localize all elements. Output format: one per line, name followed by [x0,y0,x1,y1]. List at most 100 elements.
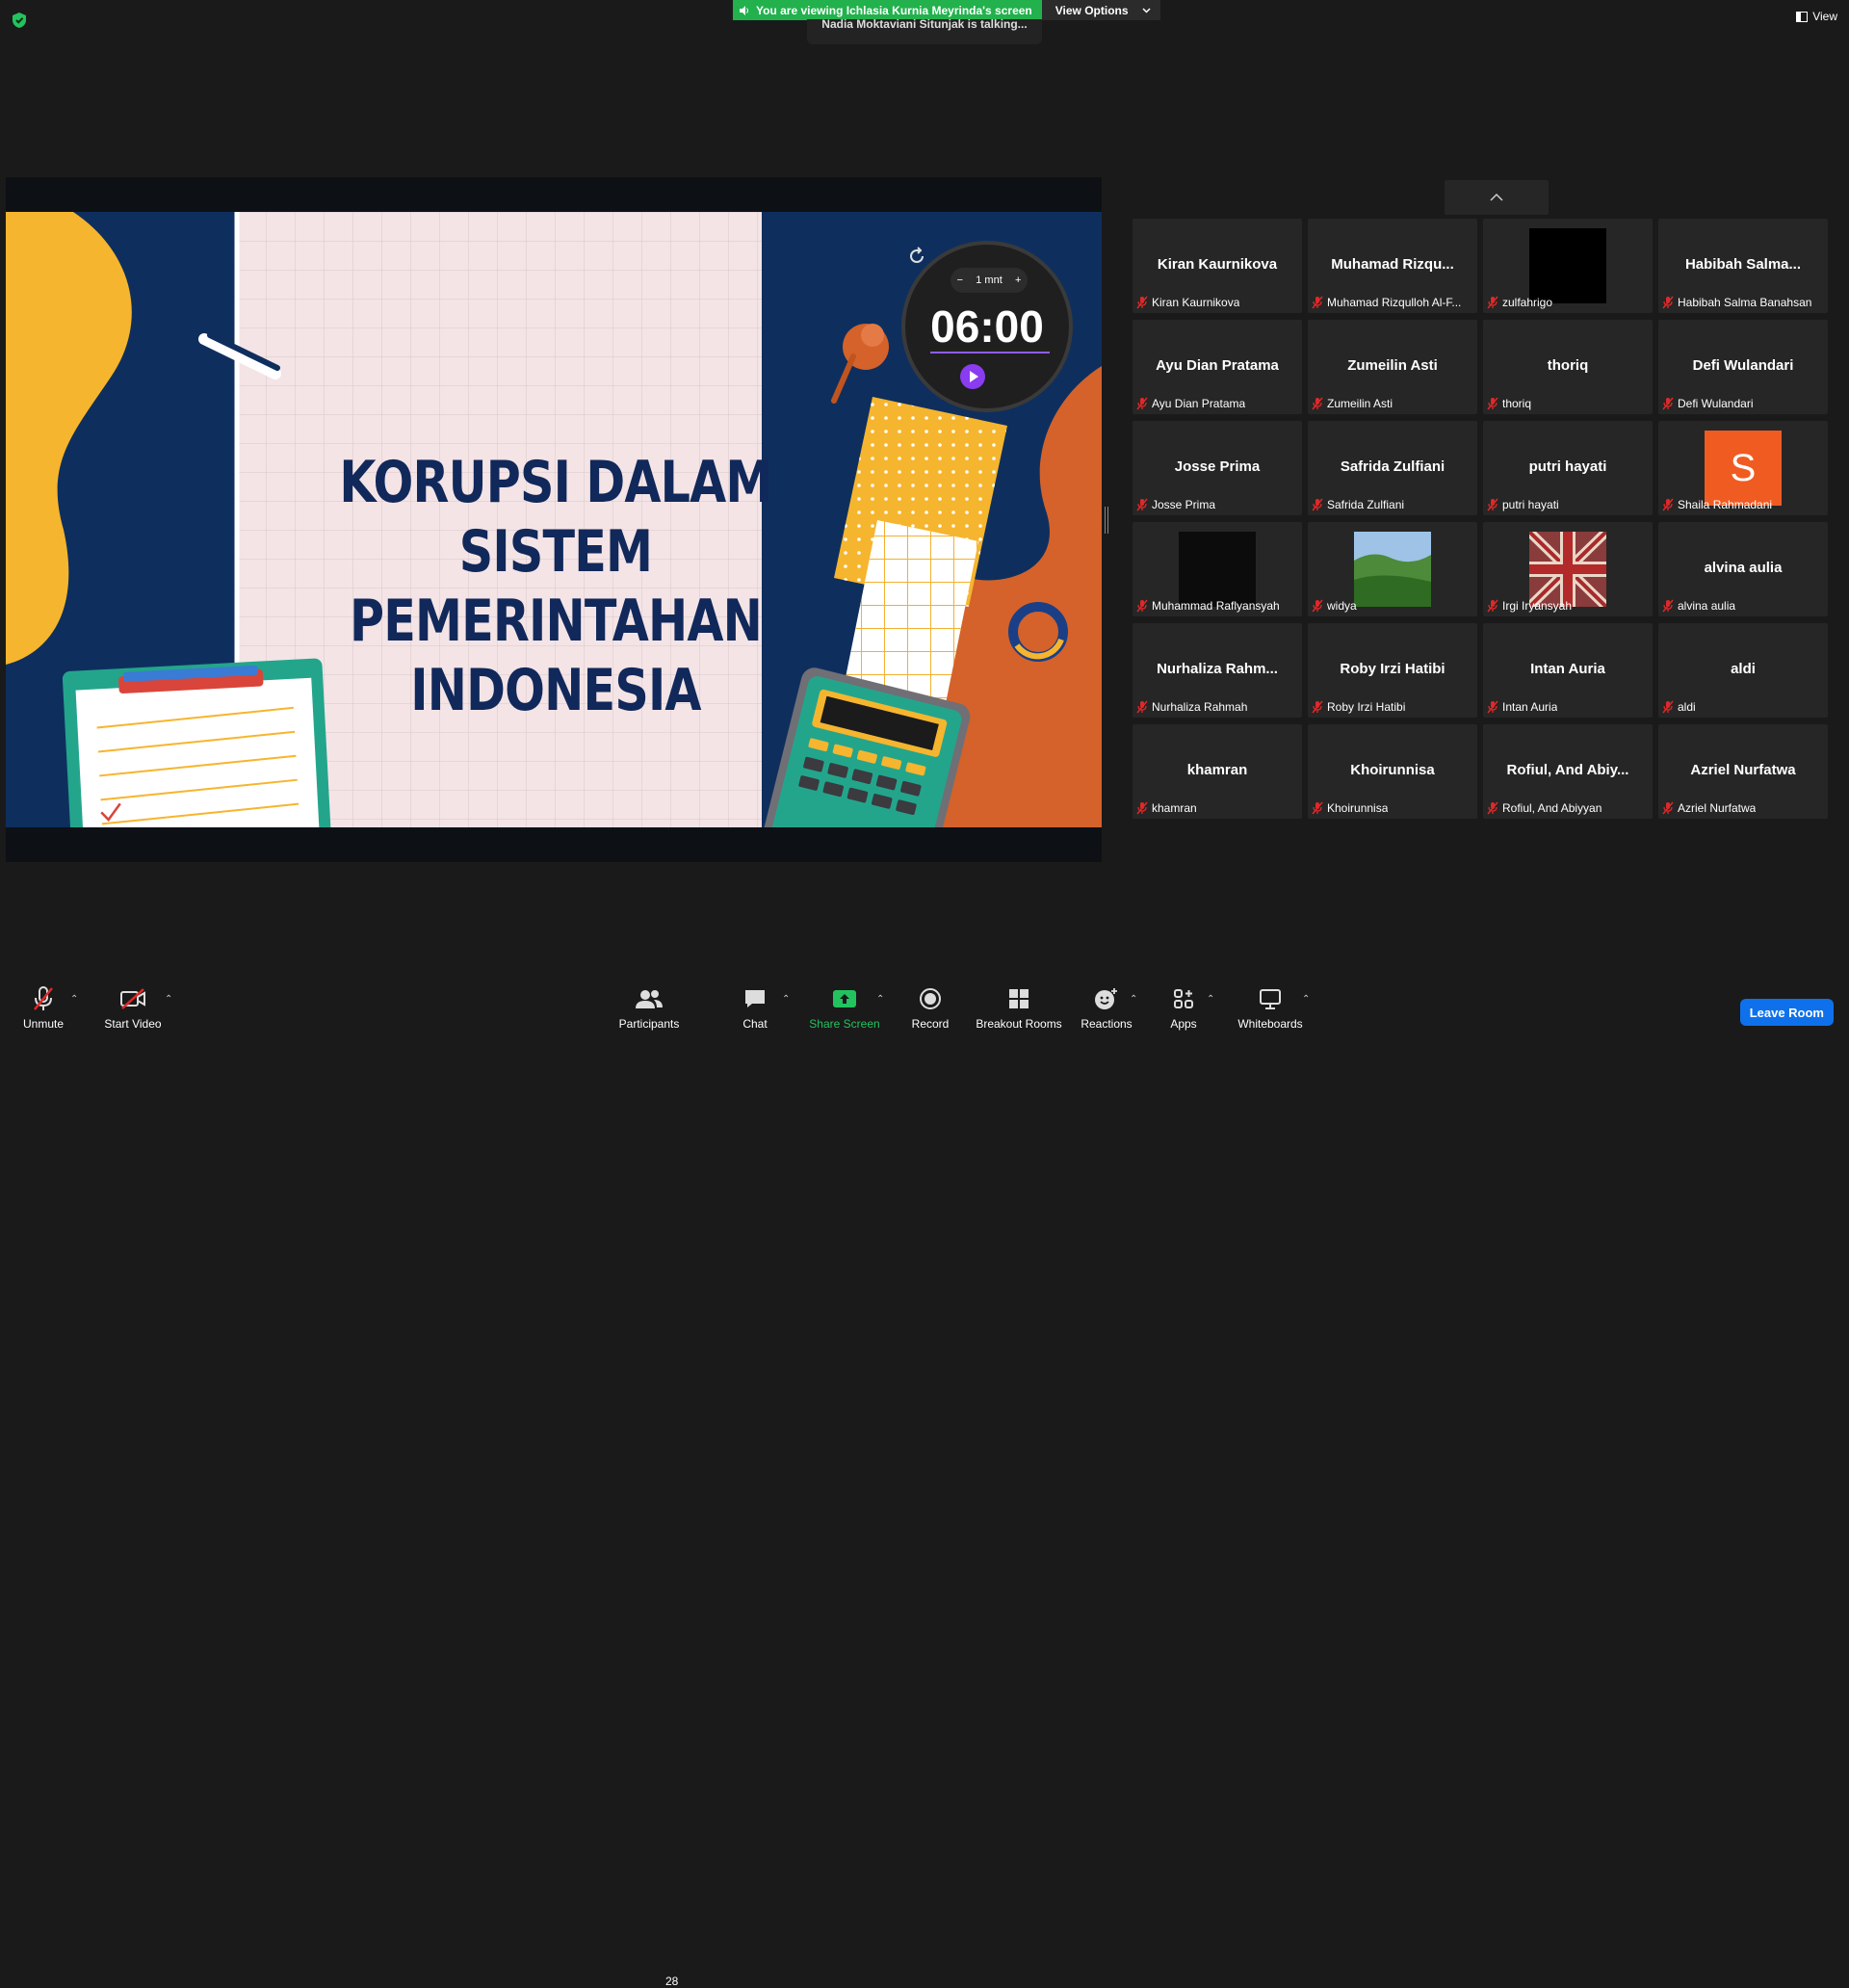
participant-name-label: Nurhaliza Rahmah [1136,698,1298,716]
participant-tile[interactable]: Defi Wulandari Defi Wulandari [1658,320,1828,414]
participants-label: Participants [618,1017,680,1031]
participant-tile[interactable]: Kiran Kaurnikova Kiran Kaurnikova [1133,219,1302,313]
microphone-muted-icon [1136,599,1148,613]
record-button[interactable]: Record [882,984,978,1031]
participant-tile[interactable]: S Shaila Rahmadani [1658,421,1828,515]
screen-share-banner: You are viewing Ichlasia Kurnia Meyrinda… [733,0,1160,20]
participant-name-text: Irgi Iryansyah [1502,599,1573,613]
breakout-rooms-button[interactable]: Breakout Rooms [971,984,1067,1031]
participant-name-label: khamran [1136,799,1298,817]
participant-name-label: Habibah Salma Banahsan [1662,294,1824,311]
reactions-label: Reactions [1081,1017,1133,1031]
participant-tile[interactable]: Irgi Iryansyah [1483,522,1653,616]
timer-play-button[interactable] [960,364,985,389]
apps-options-caret[interactable]: ⌃ [1207,994,1214,1005]
microphone-muted-icon [1662,700,1674,714]
view-label: View [1812,10,1837,23]
participant-name-text: zulfahrigo [1502,296,1553,309]
microphone-muted-icon [1487,296,1498,309]
participants-count: 28 [665,1975,679,1988]
participants-button[interactable]: Participants [601,984,697,1031]
reset-icon[interactable] [905,245,928,268]
participant-tile[interactable]: khamran khamran [1133,724,1302,819]
shared-screen[interactable]: KORUPSI DALAM SISTEM PEMERINTAHAN INDONE… [6,177,1102,862]
view-button[interactable]: View [1796,10,1837,23]
participant-display-name: Nurhaliza Rahm... [1157,661,1278,677]
participant-tile[interactable]: Habibah Salma... Habibah Salma Banahsan [1658,219,1828,313]
view-options-button[interactable]: View Options [1041,0,1160,20]
timer-plus-button[interactable]: + [1015,275,1021,286]
participant-tile[interactable]: thoriq thoriq [1483,320,1653,414]
microphone-muted-icon [1662,397,1674,410]
participant-name-text: Ayu Dian Pratama [1152,397,1246,410]
microphone-muted-icon [1136,801,1148,815]
participant-name-label: Safrida Zulfiani [1312,496,1473,513]
participant-name-label: zulfahrigo [1487,294,1649,311]
participant-tile[interactable]: Zumeilin Asti Zumeilin Asti [1308,320,1477,414]
participant-name-label: Rofiul, And Abiyyan [1487,799,1649,817]
participant-tile[interactable]: Safrida Zulfiani Safrida Zulfiani [1308,421,1477,515]
start-video-button[interactable]: Start Video [85,984,181,1031]
whiteboards-button[interactable]: Whiteboards [1222,984,1318,1031]
unmute-button[interactable]: Unmute [0,984,91,1031]
participant-name-text: khamran [1152,801,1197,815]
participant-tile[interactable]: Nurhaliza Rahm... Nurhaliza Rahmah [1133,623,1302,718]
chat-button[interactable]: Chat [707,984,803,1031]
participant-name-label: Irgi Iryansyah [1487,597,1649,615]
participant-display-name: Muhamad Rizqu... [1331,256,1454,273]
leave-room-button[interactable]: Leave Room [1739,999,1834,1026]
resize-handle[interactable] [1105,507,1108,534]
layout-icon [1796,11,1809,22]
participant-name-text: Roby Irzi Hatibi [1327,700,1406,714]
participant-tile[interactable]: Intan Auria Intan Auria [1483,623,1653,718]
share-screen-label: Share Screen [809,1017,880,1031]
participant-tile[interactable]: alvina aulia alvina aulia [1658,522,1828,616]
participant-tile[interactable]: Azriel Nurfatwa Azriel Nurfatwa [1658,724,1828,819]
video-options-caret[interactable]: ⌃ [165,994,172,1005]
countdown-timer[interactable]: − 1 mnt + 06:00 [901,241,1073,412]
participant-tile[interactable]: Josse Prima Josse Prima [1133,421,1302,515]
share-screen-button[interactable]: Share Screen [796,984,893,1031]
microphone-muted-icon [1136,700,1148,714]
participant-tile[interactable]: Muhamad Rizqu... Muhamad Rizqulloh Al-F..… [1308,219,1477,313]
participant-tile[interactable]: Khoirunnisa Khoirunnisa [1308,724,1477,819]
participant-tile[interactable]: putri hayati putri hayati [1483,421,1653,515]
presentation-slide: KORUPSI DALAM SISTEM PEMERINTAHAN INDONE… [6,212,1102,827]
microphone-muted-icon [1662,801,1674,815]
participant-tile[interactable]: widya [1308,522,1477,616]
audio-options-caret[interactable]: ⌃ [70,994,78,1005]
participant-name-label: Roby Irzi Hatibi [1312,698,1473,716]
participant-display-name: Khoirunnisa [1350,762,1435,778]
apps-button[interactable]: Apps [1135,984,1232,1031]
chat-options-caret[interactable]: ⌃ [782,994,790,1005]
participant-display-name: Josse Prima [1174,458,1261,475]
participant-name-label: Kiran Kaurnikova [1136,294,1298,311]
participant-tile[interactable]: zulfahrigo [1483,219,1653,313]
microphone-muted-icon [1136,296,1148,309]
participant-tile[interactable]: aldi aldi [1658,623,1828,718]
timer-minus-button[interactable]: − [957,275,963,286]
participant-tile[interactable]: Ayu Dian Pratama Ayu Dian Pratama [1133,320,1302,414]
start-video-label: Start Video [104,1017,162,1031]
participant-tile[interactable]: Muhammad Raflyansyah [1133,522,1302,616]
timer-underline [930,352,1050,353]
breakout-rooms-label: Breakout Rooms [976,1017,1062,1031]
participant-name-text: Kiran Kaurnikova [1152,296,1240,309]
participant-tile[interactable]: Rofiul, And Abiy... Rofiul, And Abiyyan [1483,724,1653,819]
participants-icon [636,990,663,1008]
participant-display-name: Ayu Dian Pratama [1156,357,1279,374]
microphone-muted-icon [1312,599,1323,613]
whiteboards-options-caret[interactable]: ⌃ [1302,994,1310,1005]
security-shield-icon[interactable] [12,12,27,29]
active-speaker-text: Nadia Moktaviani Situnjak is talking... [821,19,1028,31]
microphone-muted-icon [34,986,53,1010]
chevron-down-icon [1142,7,1151,13]
participant-name-label: Shaila Rahmadani [1662,496,1824,513]
microphone-muted-icon [1136,397,1148,410]
participant-name-label: alvina aulia [1662,597,1824,615]
unmute-label: Unmute [22,1017,65,1031]
timer-step-control[interactable]: − 1 mnt + [951,268,1028,293]
whiteboards-label: Whiteboards [1237,1017,1303,1031]
participant-tile[interactable]: Roby Irzi Hatibi Roby Irzi Hatibi [1308,623,1477,718]
gallery-page-up-button[interactable] [1445,180,1549,215]
